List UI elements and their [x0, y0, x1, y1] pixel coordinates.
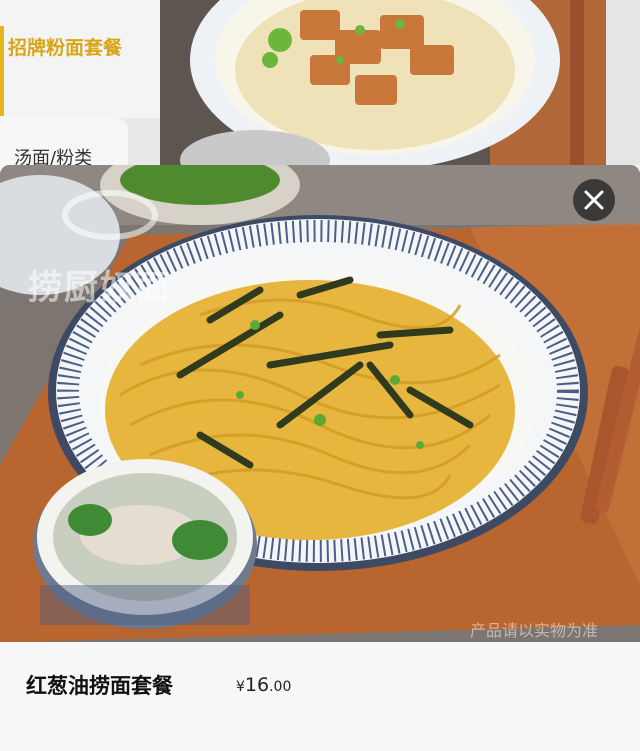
- braised-pork-noodle-photo: [160, 0, 606, 165]
- product-info-bar: 红葱油捞面套餐 ¥16.00: [0, 642, 640, 751]
- scallion-oil-noodle-photo: [0, 165, 640, 642]
- product-image: 捞厨奴面 产品请以实物为准: [0, 165, 640, 642]
- image-disclaimer: 产品请以实物为准: [470, 621, 599, 640]
- close-icon: [584, 190, 604, 210]
- price-currency-symbol: ¥: [236, 679, 245, 695]
- product-name: 红葱油捞面套餐: [26, 674, 173, 698]
- active-indicator: [0, 26, 4, 116]
- sidebar-item-label: 招牌粉面套餐: [7, 37, 122, 59]
- image-watermark-brand: 捞厨奴面: [28, 268, 172, 308]
- background-strip: [606, 0, 640, 165]
- category-sidebar: 招牌粉面套餐 汤面/粉类: [0, 0, 160, 178]
- braised-pork-noodle-image[interactable]: [160, 0, 606, 165]
- menu-page-background: 招牌粉面套餐 汤面/粉类: [0, 0, 640, 178]
- product-detail-popup: 捞厨奴面 产品请以实物为准 红葱油捞面套餐 ¥16.00: [0, 165, 640, 751]
- close-button[interactable]: [573, 179, 615, 221]
- sidebar-item-signature-noodle-sets[interactable]: 招牌粉面套餐: [0, 0, 160, 118]
- price-integer: 16: [244, 674, 270, 696]
- product-price: ¥16.00: [236, 674, 291, 696]
- price-decimal: .00: [269, 679, 292, 695]
